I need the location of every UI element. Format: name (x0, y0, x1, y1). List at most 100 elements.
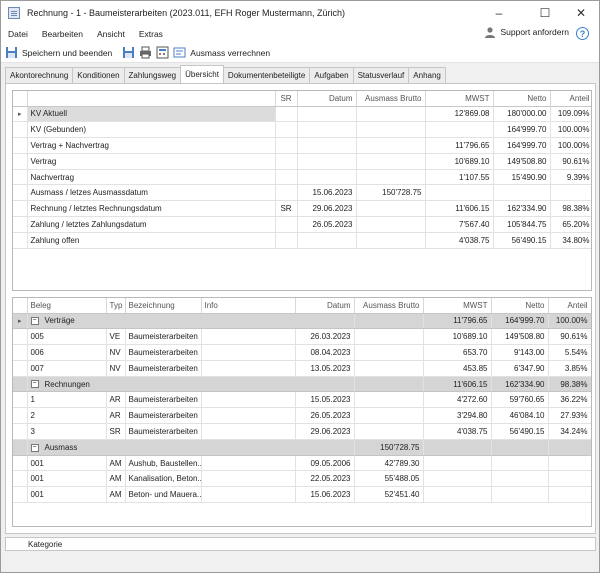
beleg-header[interactable]: Beleg (27, 298, 107, 314)
summary-row[interactable]: ▸ KV Aktuell 12'869.08 180'000.00 109.09% (13, 106, 591, 123)
tab-uebersicht[interactable]: Übersicht (180, 65, 224, 83)
detail-bez-cell: Baumeisterarbeiten (125, 407, 202, 425)
detail-typ-cell: NV (106, 360, 126, 377)
category-bar[interactable]: Kategorie (5, 537, 596, 551)
detail-anteil-cell: 34.24% (548, 423, 591, 440)
save-close-icon[interactable] (5, 46, 18, 59)
detail-datum-cell: 15.06.2023 (295, 486, 355, 504)
collapse-icon[interactable]: − (30, 443, 39, 452)
name-header[interactable] (27, 91, 276, 107)
detail-row[interactable]: 001 AM Aushub, Baustellen... 09.05.2006 42'7… (13, 455, 591, 472)
detail-netto-cell: 9'143.00 (491, 344, 549, 361)
summary-row[interactable]: KV (Gebunden) 164'999.70 100.00% (13, 121, 591, 139)
row-indicator-icon (13, 439, 28, 456)
sr-header[interactable]: SR (275, 91, 298, 107)
group-title-cell[interactable]: − Verträge (27, 313, 355, 330)
netto-header[interactable]: Netto (491, 298, 549, 314)
detail-typ-cell: AM (106, 470, 126, 488)
netto-header[interactable]: Netto (493, 91, 551, 107)
detail-row[interactable]: 001 AM Kanalisation, Beton... 22.05.2023 55'… (13, 470, 591, 488)
tab-konditionen[interactable]: Konditionen (72, 67, 125, 83)
datum-header[interactable]: Datum (295, 298, 355, 314)
maximize-button[interactable]: ☐ (525, 1, 565, 25)
summary-datum-cell (297, 232, 357, 249)
ausmass-header[interactable]: Ausmass Brutto (354, 298, 424, 314)
detail-ausmass-cell: 52'451.40 (354, 486, 424, 504)
summary-name-cell: Zahlung / letztes Zahlungsdatum (27, 216, 276, 233)
tab-dokumentenbeteiligte[interactable]: Dokumentenbeteiligte (222, 67, 311, 83)
group-ausmass-cell (354, 376, 424, 393)
calculator-icon[interactable] (156, 46, 169, 59)
summary-row[interactable]: Rechnung / letztes Rechnungsdatum SR 29.06… (13, 200, 591, 218)
detail-row[interactable]: 005 VE Baumeisterarbeiten 26.03.2023 10'689.… (13, 328, 591, 346)
detail-table[interactable]: Beleg Typ Bezeichnung Info Datum Ausmass Brut… (12, 297, 592, 527)
menu-datei[interactable]: Datei (1, 29, 35, 39)
menu-bearbeiten[interactable]: Bearbeiten (35, 29, 90, 39)
save-icon[interactable] (122, 46, 135, 59)
menu-extras[interactable]: Extras (132, 29, 170, 39)
detail-beleg-cell: 005 (27, 328, 107, 346)
tab-zahlungsweg[interactable]: Zahlungsweg (123, 67, 182, 83)
detail-row[interactable]: 001 AM Beton- und Mauera... 15.06.2023 52'45… (13, 486, 591, 504)
save-close-button[interactable]: Speichern und beenden (22, 48, 112, 58)
menu-ansicht[interactable]: Ansicht (90, 29, 132, 39)
info-header[interactable]: Info (201, 298, 296, 314)
summary-row[interactable]: Zahlung offen 4'038.75 56'490.15 34.80% (13, 232, 591, 249)
bezeichnung-header[interactable]: Bezeichnung (125, 298, 202, 314)
summary-table[interactable]: SR Datum Ausmass Brutto MWST Netto Anteil ▸ KV… (12, 90, 592, 291)
toolbar: Speichern und beenden Ausmass verrechnen (1, 43, 599, 63)
collapse-icon[interactable]: − (30, 317, 39, 326)
row-indicator (13, 360, 28, 377)
title-bar: Rechnung - 1 - Baumeisterarbeiten (2023.… (1, 1, 599, 25)
print-icon[interactable] (139, 46, 152, 59)
group-row[interactable]: − Ausmass 150'728.75 (13, 439, 591, 456)
summary-row[interactable]: Ausmass / letzes Ausmassdatum 15.06.2023 1… (13, 184, 591, 202)
collapse-icon[interactable]: − (30, 380, 39, 389)
anteil-header[interactable]: Anteil (550, 91, 591, 107)
detail-netto-cell (491, 486, 549, 504)
ausmass-button[interactable]: Ausmass verrechnen (190, 48, 270, 58)
support-button[interactable]: Support anfordern (484, 26, 569, 38)
summary-sr-cell (275, 121, 298, 139)
detail-mwst-cell: 3'294.80 (423, 407, 492, 425)
detail-row[interactable]: 006 NV Baumeisterarbeiten 08.04.2023 653.70 9… (13, 344, 591, 361)
mwst-header[interactable]: MWST (425, 91, 494, 107)
summary-anteil-cell: 100.00% (550, 121, 591, 139)
group-row[interactable]: − Rechnungen 11'606.15 162'334.90 98.38% (13, 376, 591, 393)
anteil-header[interactable]: Anteil (548, 298, 591, 314)
summary-row[interactable]: Vertrag + Nachvertrag 11'796.65 164'999.70… (13, 137, 591, 154)
detail-row[interactable]: 007 NV Baumeisterarbeiten 13.05.2023 453.85 6… (13, 360, 591, 377)
detail-anteil-cell (548, 455, 591, 472)
ausmass-icon[interactable] (173, 46, 186, 59)
tab-aufgaben[interactable]: Aufgaben (309, 67, 354, 83)
summary-row[interactable]: Nachvertrag 1'107.55 15'490.90 9.39% (13, 169, 591, 186)
detail-info-cell (201, 328, 296, 346)
group-netto-cell (491, 439, 549, 456)
group-title-cell[interactable]: − Ausmass (27, 439, 355, 456)
detail-row[interactable]: 3 SR Baumeisterarbeiten 29.06.2023 4'038.75 5… (13, 423, 591, 440)
help-icon[interactable]: ? (576, 27, 589, 40)
detail-row[interactable]: 1 AR Baumeisterarbeiten 15.05.2023 4'272.60 5… (13, 391, 591, 409)
ausmass-header[interactable]: Ausmass Brutto (356, 91, 426, 107)
summary-mwst-cell: 7'567.40 (425, 216, 494, 233)
datum-header[interactable]: Datum (297, 91, 357, 107)
group-title-cell[interactable]: − Rechnungen (27, 376, 355, 393)
detail-row[interactable]: 2 AR Baumeisterarbeiten 26.05.2023 3'294.80 4… (13, 407, 591, 425)
group-netto-cell: 164'999.70 (491, 313, 549, 330)
summary-row[interactable]: Zahlung / letztes Zahlungsdatum 26.05.202… (13, 216, 591, 233)
close-button[interactable]: ✕ (561, 1, 600, 25)
summary-anteil-cell: 34.80% (550, 232, 591, 249)
group-row[interactable]: ▸ − Verträge 11'796.65 164'999.70 100.00% (13, 313, 591, 330)
tab-akontorechnung[interactable]: Akontorechnung (5, 67, 74, 83)
mwst-header[interactable]: MWST (423, 298, 492, 314)
summary-netto-cell: 105'844.75 (493, 216, 551, 233)
typ-header[interactable]: Typ (106, 298, 126, 314)
summary-row[interactable]: Vertrag 10'689.10 149'508.80 90.61% (13, 153, 591, 170)
detail-typ-cell: AR (106, 407, 126, 425)
tab-statusverlauf[interactable]: Statusverlauf (352, 67, 410, 83)
tab-anhang[interactable]: Anhang (408, 67, 446, 83)
minimize-button[interactable]: – (479, 1, 519, 25)
detail-mwst-cell (423, 470, 492, 488)
group-anteil-cell (548, 439, 591, 456)
detail-datum-cell: 09.05.2006 (295, 455, 355, 472)
